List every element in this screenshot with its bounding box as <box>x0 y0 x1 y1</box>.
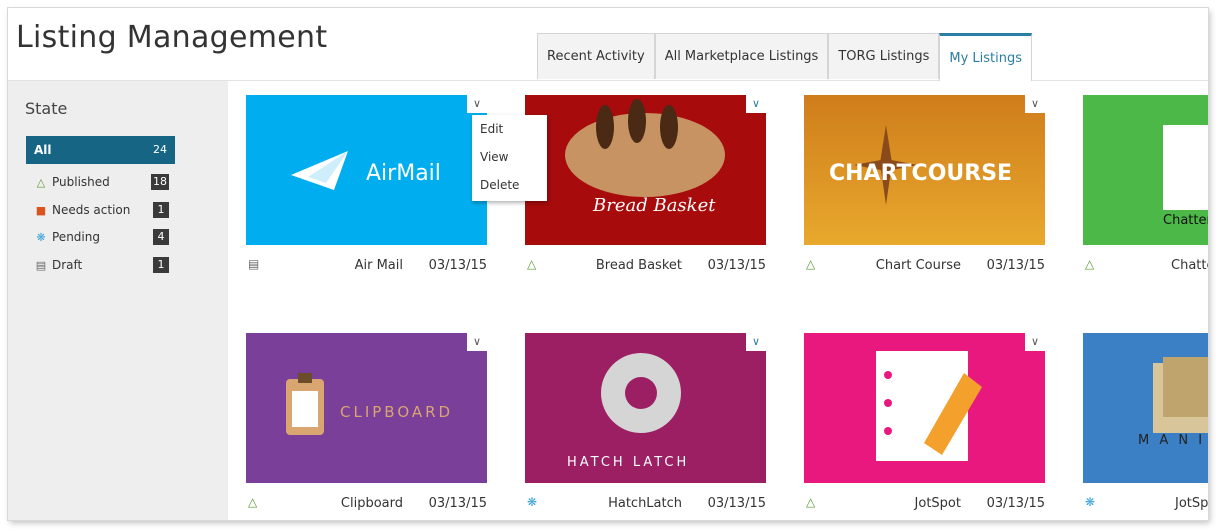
tab-bar: Recent Activity All Marketplace Listings… <box>537 33 1033 81</box>
tab-torg-listings[interactable]: TORG Listings <box>828 33 940 79</box>
listing-thumbnail[interactable]: Bread Basket ∨ <box>525 95 766 245</box>
listing-meta: ❋ HatchLatch 03/13/15 <box>525 493 766 515</box>
tab-recent-activity[interactable]: Recent Activity <box>537 33 655 79</box>
count-badge: 24 <box>153 143 167 156</box>
thumbnail-title: HATCH LATCH <box>567 455 690 470</box>
listing-grid: AirMail ∨ ▤ Air Mail 03/13/15 Bread Bask… <box>228 81 1208 520</box>
listing-card[interactable]: AirMail ∨ ▤ Air Mail 03/13/15 <box>246 95 487 295</box>
listing-meta: △ JotSpot 03/13/15 <box>804 493 1045 515</box>
listing-card[interactable]: Chatter △ Chatter <box>1083 95 1208 295</box>
thumbnail-title: M A N I <box>1138 433 1206 448</box>
thumbnail-title: CHARTCOURSE <box>829 161 1013 186</box>
count-badge: 1 <box>153 257 169 273</box>
thumbnail-title: AirMail <box>366 161 441 186</box>
listing-name[interactable]: Air Mail <box>355 258 403 273</box>
sidebar-item-all[interactable]: All 24 <box>26 136 175 164</box>
listing-meta: △ Chart Course 03/13/15 <box>804 255 1045 277</box>
thumbs-up-icon: △ <box>248 495 258 509</box>
listing-thumbnail[interactable]: HATCH LATCH ∨ <box>525 333 766 483</box>
listing-date: 03/13/15 <box>428 258 487 273</box>
count-badge: 4 <box>153 229 169 245</box>
spinner-icon: ❋ <box>36 230 46 244</box>
sidebar-item-label: Published <box>52 175 110 189</box>
count-badge: 1 <box>153 202 169 218</box>
sidebar: State All 24 △ Published 18 ■ Needs acti… <box>8 81 228 520</box>
listing-name[interactable]: Chatter <box>1171 258 1208 273</box>
listing-card[interactable]: CHARTCOURSE ∨ △ Chart Course 03/13/15 <box>804 95 1045 295</box>
count-badge: 18 <box>151 174 169 190</box>
listing-name[interactable]: HatchLatch <box>608 496 682 511</box>
listing-card[interactable]: ∨ △ JotSpot 03/13/15 <box>804 333 1045 520</box>
header: Listing Management Recent Activity All M… <box>8 8 1208 81</box>
listing-thumbnail[interactable]: ∨ <box>804 333 1045 483</box>
listing-thumbnail[interactable]: M A N I <box>1083 333 1208 483</box>
listing-date: 03/13/15 <box>707 258 766 273</box>
listing-date: 03/13/15 <box>428 496 487 511</box>
sidebar-item-label: Draft <box>52 258 83 272</box>
document-icon: ▤ <box>248 257 260 271</box>
listing-actions-menu: Edit View Delete <box>472 115 547 201</box>
chevron-down-icon[interactable]: ∨ <box>467 333 487 351</box>
sidebar-item-pending[interactable]: ❋ Pending 4 <box>26 223 175 251</box>
listing-card[interactable]: HATCH LATCH ∨ ❋ HatchLatch 03/13/15 <box>525 333 766 520</box>
thumbs-up-icon: △ <box>36 175 46 189</box>
thumbs-up-icon: △ <box>806 257 816 271</box>
listing-name[interactable]: Bread Basket <box>596 258 682 273</box>
notepad-pencil-icon <box>876 351 982 461</box>
chevron-down-icon[interactable]: ∨ <box>746 95 766 113</box>
thumbs-up-icon: △ <box>806 495 816 509</box>
chat-bubble-icon <box>1163 125 1208 210</box>
listing-meta: △ Clipboard 03/13/15 <box>246 493 487 515</box>
document-icon: ▤ <box>35 258 47 272</box>
folder-icon <box>1153 357 1208 433</box>
app-window: Listing Management Recent Activity All M… <box>8 8 1208 520</box>
listing-thumbnail[interactable]: CLIPBOARD ∨ <box>246 333 487 483</box>
listing-meta: △ Bread Basket 03/13/15 <box>525 255 766 277</box>
thumbnail-title: CLIPBOARD <box>340 403 454 421</box>
bread-icon <box>565 99 725 197</box>
chevron-down-icon[interactable]: ∨ <box>467 95 487 113</box>
listing-date: 03/13/15 <box>986 496 1045 511</box>
alert-icon: ■ <box>35 203 47 217</box>
chevron-down-icon[interactable]: ∨ <box>1025 95 1045 113</box>
thumbs-up-icon: △ <box>1085 257 1095 271</box>
listing-date: 03/13/15 <box>707 496 766 511</box>
tab-all-marketplace-listings[interactable]: All Marketplace Listings <box>654 33 829 79</box>
sidebar-item-label: Needs action <box>52 203 131 217</box>
sidebar-item-published[interactable]: △ Published 18 <box>26 168 175 196</box>
thumbs-up-icon: △ <box>527 257 537 271</box>
menu-item-view[interactable]: View <box>472 143 547 171</box>
menu-item-delete[interactable]: Delete <box>472 171 547 199</box>
page-title: Listing Management <box>16 20 328 55</box>
sidebar-item-draft[interactable]: ▤ Draft 1 <box>26 251 175 279</box>
tab-my-listings[interactable]: My Listings <box>939 33 1033 81</box>
listing-meta: △ Chatter <box>1083 255 1208 277</box>
listing-meta: ❋ JotSp <box>1083 493 1208 515</box>
sidebar-item-needs-action[interactable]: ■ Needs action 1 <box>26 196 175 224</box>
listing-name[interactable]: Chart Course <box>876 258 961 273</box>
listing-card[interactable]: M A N I ❋ JotSp <box>1083 333 1208 520</box>
listing-date: 03/13/15 <box>986 258 1045 273</box>
sidebar-item-label: Pending <box>52 230 100 244</box>
menu-item-edit[interactable]: Edit <box>472 115 547 143</box>
listing-name[interactable]: Clipboard <box>341 496 403 511</box>
sidebar-item-label: All <box>34 143 52 157</box>
sidebar-heading: State <box>25 99 68 118</box>
listing-card[interactable]: Bread Basket ∨ △ Bread Basket 03/13/15 <box>525 95 766 295</box>
listing-meta: ▤ Air Mail 03/13/15 <box>246 255 487 277</box>
listing-name[interactable]: JotSp <box>1175 496 1208 511</box>
listing-thumbnail[interactable]: Chatter <box>1083 95 1208 245</box>
thumbnail-title: Bread Basket <box>593 195 716 216</box>
listing-card[interactable]: CLIPBOARD ∨ △ Clipboard 03/13/15 <box>246 333 487 520</box>
spinner-icon: ❋ <box>527 495 538 509</box>
listing-thumbnail[interactable]: CHARTCOURSE ∨ <box>804 95 1045 245</box>
chevron-down-icon[interactable]: ∨ <box>1025 333 1045 351</box>
chevron-down-icon[interactable]: ∨ <box>746 333 766 351</box>
listing-name[interactable]: JotSpot <box>915 496 961 511</box>
spinner-icon: ❋ <box>1085 495 1096 509</box>
listing-thumbnail[interactable]: AirMail ∨ <box>246 95 487 245</box>
thumbnail-title: Chatter <box>1163 213 1208 228</box>
